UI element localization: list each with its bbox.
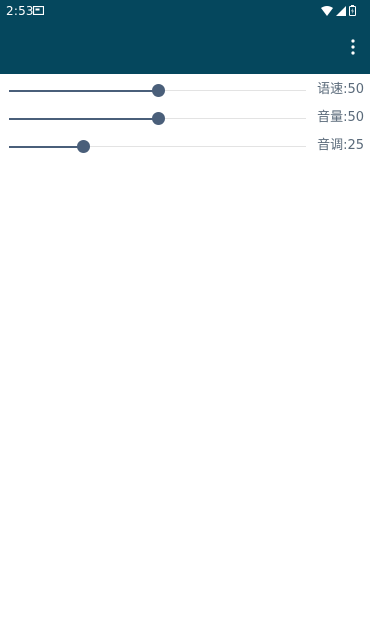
more-vert-icon[interactable] <box>348 38 358 56</box>
status-bar: 2:53 <box>0 0 370 24</box>
settings-list: 语速:50 音量:50 音调:25 <box>0 74 370 158</box>
pitch-slider[interactable] <box>9 140 306 153</box>
pitch-label: 音调:25 <box>317 138 364 153</box>
app-bar: 2:53 <box>0 0 370 74</box>
notification-icon <box>33 6 44 15</box>
volume-label: 音量:50 <box>317 110 364 125</box>
speech-rate-label: 语速:50 <box>317 82 364 97</box>
speech-rate-slider[interactable] <box>9 84 306 97</box>
signal-icon <box>336 5 346 16</box>
status-time: 2:53 <box>6 4 34 18</box>
volume-slider[interactable] <box>9 112 306 125</box>
pitch-slider-thumb[interactable] <box>77 140 91 153</box>
pitch-row: 音调:25 <box>0 130 370 158</box>
volume-slider-thumb[interactable] <box>151 112 165 125</box>
battery-icon <box>349 5 356 16</box>
speech-rate-slider-thumb[interactable] <box>151 84 165 97</box>
wifi-icon <box>321 5 333 16</box>
speech-rate-row: 语速:50 <box>0 74 370 102</box>
status-icons <box>321 5 356 16</box>
volume-row: 音量:50 <box>0 102 370 130</box>
